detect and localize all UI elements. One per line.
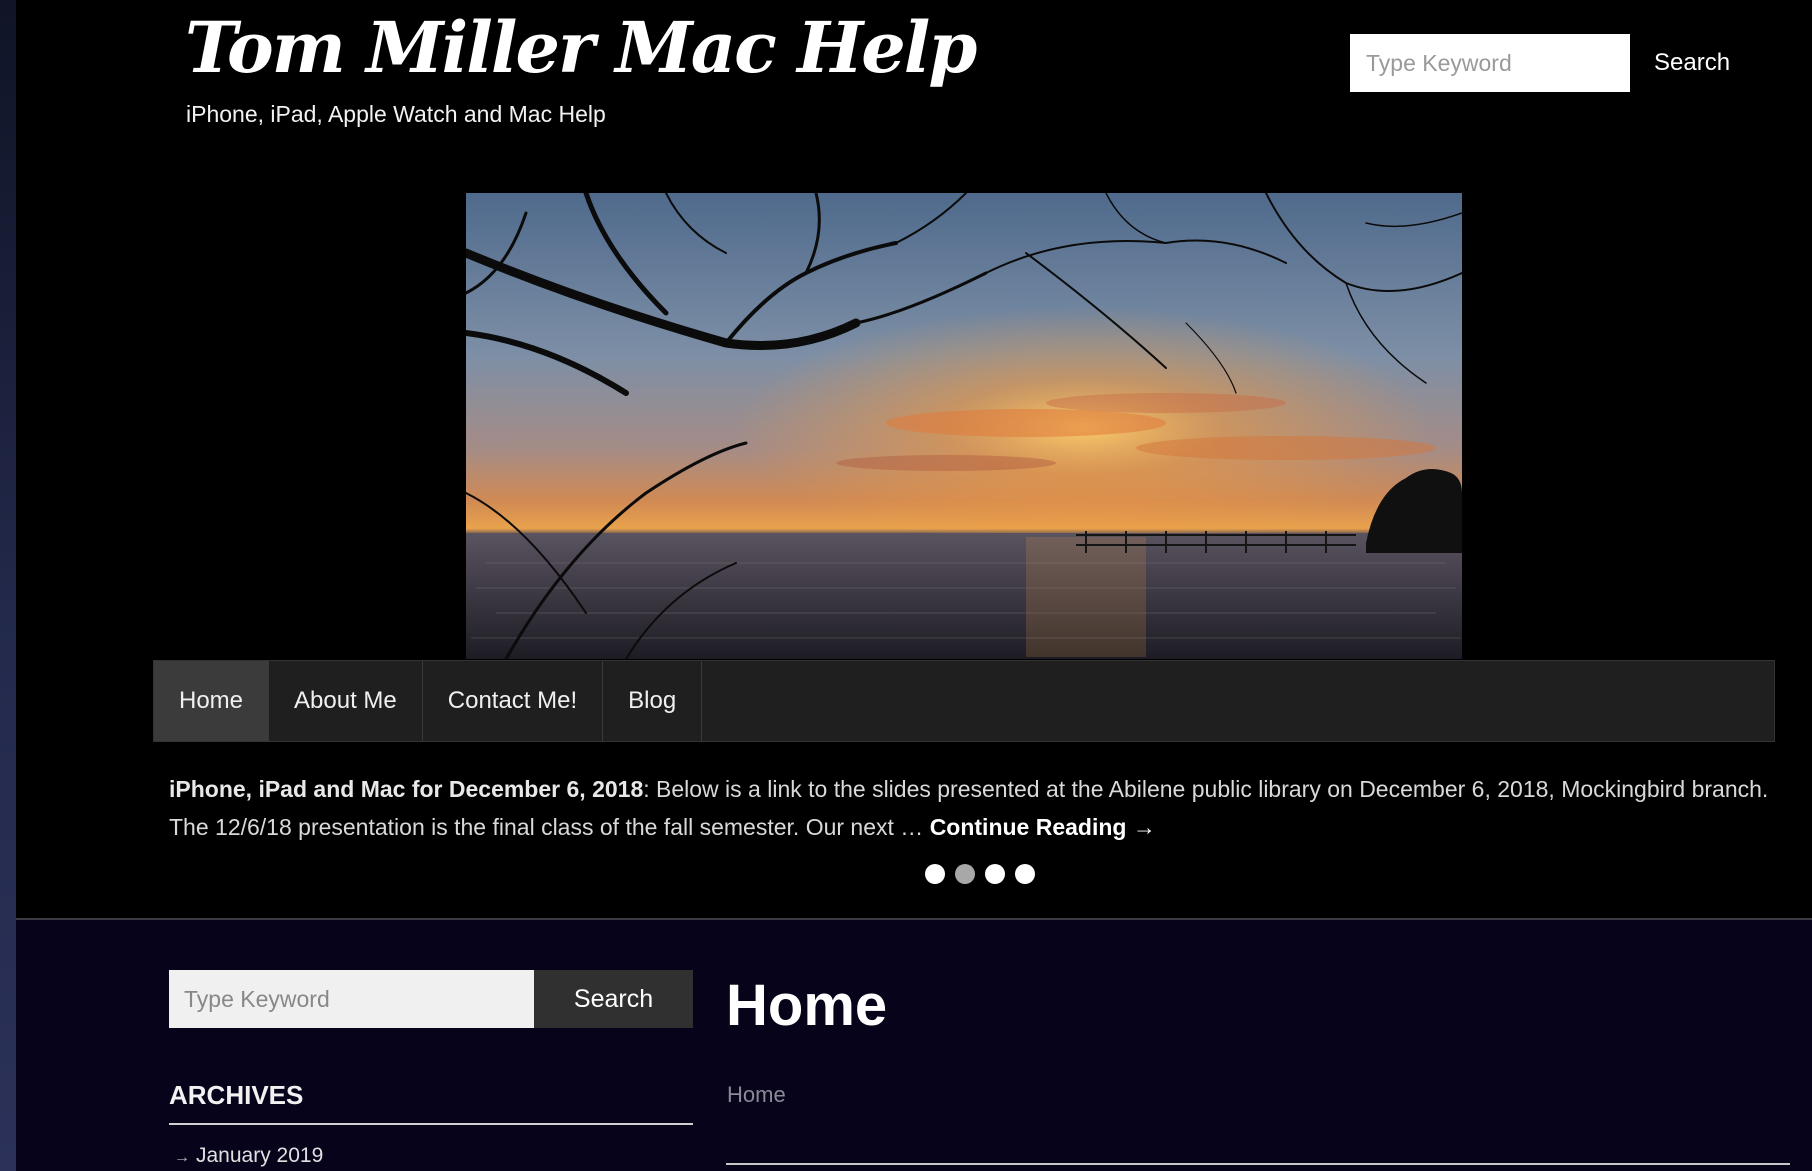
header-search-input[interactable]: [1350, 34, 1630, 92]
nav-item-contact-me[interactable]: Contact Me!: [423, 661, 604, 741]
slider-dot-3[interactable]: [985, 864, 1005, 884]
slider-dot-4[interactable]: [1015, 864, 1035, 884]
hero-image: [466, 193, 1462, 659]
archives-heading: ARCHIVES: [169, 1080, 693, 1125]
nav-item-about-me[interactable]: About Me: [269, 661, 423, 741]
page-title: Home: [726, 973, 888, 1038]
slider-dot-2[interactable]: [955, 864, 975, 884]
main-nav: Home About Me Contact Me! Blog: [153, 660, 1775, 742]
slider-post-title[interactable]: iPhone, iPad and Mac for December 6, 201…: [169, 776, 643, 802]
slider-excerpt: iPhone, iPad and Mac for December 6, 201…: [169, 770, 1769, 846]
archive-item[interactable]: → January 2019: [174, 1144, 323, 1168]
sidebar-search-input[interactable]: [169, 970, 534, 1028]
sidebar-search-button[interactable]: Search: [534, 970, 693, 1028]
sunset-lake-photo: [466, 193, 1462, 659]
window-edge: [0, 0, 16, 1171]
nav-item-blog[interactable]: Blog: [603, 661, 703, 741]
arrow-right-icon: →: [174, 1149, 190, 1166]
site-title[interactable]: Tom Miller Mac Help: [185, 6, 977, 89]
breadcrumb[interactable]: Home: [727, 1082, 786, 1108]
slider-dot-1[interactable]: [925, 864, 945, 884]
continue-reading-link[interactable]: Continue Reading →: [930, 814, 1156, 840]
nav-item-home[interactable]: Home: [154, 661, 270, 741]
content-divider: [726, 1163, 1790, 1165]
slider-pagination: [925, 864, 1035, 884]
site-tagline: iPhone, iPad, Apple Watch and Mac Help: [186, 101, 606, 127]
main-area: Search ARCHIVES → January 2019 Home Home: [16, 920, 1812, 1171]
header-search-button[interactable]: Search: [1640, 34, 1744, 92]
archive-item-label: January 2019: [196, 1144, 324, 1167]
